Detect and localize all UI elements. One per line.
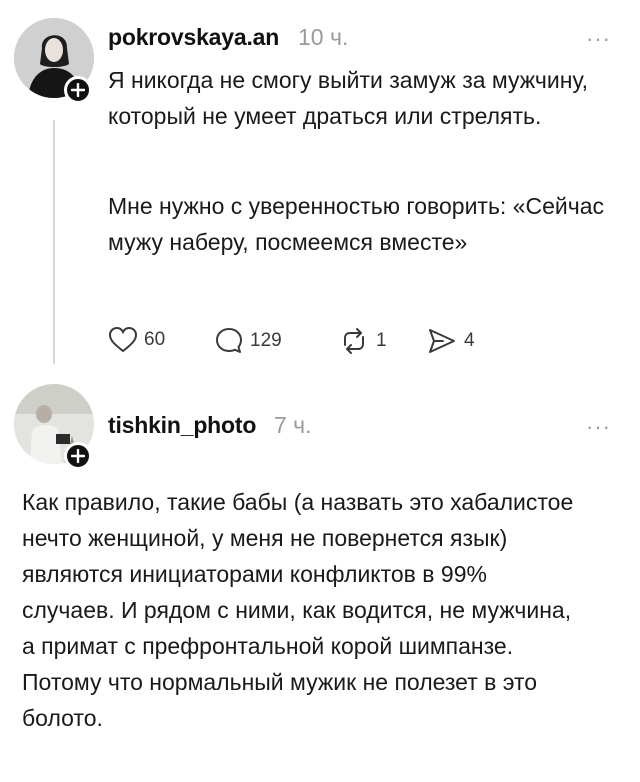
reply-timestamp: 7 ч. <box>274 412 312 438</box>
speech-bubble-icon <box>216 328 242 353</box>
more-dots-icon[interactable]: ··· <box>586 26 611 52</box>
comment-button[interactable]: 129 <box>214 326 282 356</box>
reply-username[interactable]: tishkin_photo <box>108 412 256 439</box>
repost-button[interactable]: 1 <box>338 326 387 356</box>
share-button[interactable]: 4 <box>426 326 475 356</box>
follow-button[interactable] <box>64 76 92 104</box>
post-username[interactable]: pokrovskaya.an <box>108 24 279 51</box>
repost-count: 1 <box>376 330 387 351</box>
plus-icon <box>71 449 85 463</box>
like-button[interactable]: 60 <box>108 326 165 354</box>
like-count: 60 <box>144 329 166 350</box>
send-icon <box>429 329 455 353</box>
post-text-paragraph-2: Мне нужно с уверенностью говорить: «Сейч… <box>108 193 605 255</box>
post-timestamp: 10 ч. <box>298 24 349 50</box>
reply-text: Как правило, такие бабы (а назвать это х… <box>22 489 574 731</box>
plus-icon <box>71 83 85 97</box>
follow-button-reply[interactable] <box>64 442 92 470</box>
repost-arrows-icon <box>344 328 364 354</box>
heart-icon <box>108 326 138 353</box>
comment-count: 129 <box>250 330 282 351</box>
post-text-paragraph-1: Я никогда не смогу выйти замуж за мужчин… <box>108 67 589 129</box>
more-dots-icon[interactable]: ··· <box>586 414 611 440</box>
thread-line <box>53 120 55 364</box>
share-count: 4 <box>464 330 475 351</box>
